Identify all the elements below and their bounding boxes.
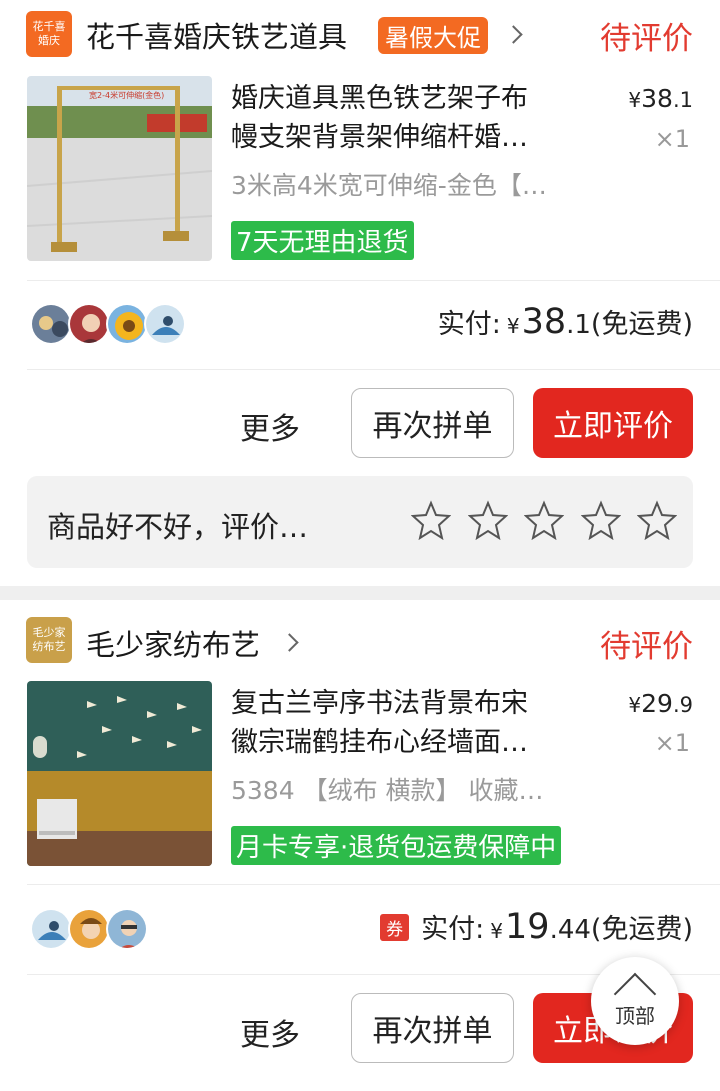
- shop-header[interactable]: 毛少家纺布艺 毛少家纺布艺 待评价: [0, 600, 720, 670]
- product-spec: 3米高4米宽可伸缩-金色【…: [231, 171, 547, 200]
- product-title-line1: 婚庆道具黑色铁艺架子布: [231, 83, 528, 114]
- price-integer: 29: [641, 689, 673, 718]
- avatar: [30, 303, 72, 345]
- shop-name[interactable]: 毛少家纺布艺: [86, 622, 260, 664]
- product-thumbnail[interactable]: [27, 681, 212, 866]
- more-button[interactable]: 更多: [240, 404, 300, 448]
- paid-integer: 19: [505, 907, 550, 947]
- coupon-badge: 券: [380, 913, 410, 941]
- quick-review-bar[interactable]: 商品好不好，评价…: [27, 476, 693, 568]
- avatar: [68, 303, 110, 345]
- reorder-button[interactable]: 再次拼单: [351, 388, 514, 458]
- star-icon[interactable]: [524, 500, 564, 540]
- currency-symbol: ¥: [490, 919, 504, 943]
- reorder-button[interactable]: 再次拼单: [351, 993, 514, 1063]
- paid-label: 实付:: [437, 309, 501, 340]
- star-icon[interactable]: [581, 500, 621, 540]
- star-icon[interactable]: [411, 500, 451, 540]
- product-title-line2: 幔支架背景架伸缩杆婚…: [231, 122, 528, 153]
- order-card: 花千喜婚庆 花千喜婚庆铁艺道具 暑假大促 待评价 宽2-4米可伸缩(金色) 婚庆…: [0, 0, 720, 586]
- paid-label: 实付:: [421, 914, 485, 945]
- review-prompt: 商品好不好，评价…: [47, 510, 309, 544]
- price-integer: 38: [641, 84, 673, 113]
- star-icon[interactable]: [468, 500, 508, 540]
- currency-symbol: ¥: [628, 693, 642, 717]
- review-now-button[interactable]: 立即评价: [533, 388, 693, 458]
- quantity: ×1: [654, 125, 690, 153]
- product-title[interactable]: 复古兰亭序书法背景布宋 徽宗瑞鹤挂布心经墙面…: [231, 684, 591, 762]
- avatar: [68, 908, 110, 950]
- shipping-note: (免运费): [590, 914, 693, 945]
- promo-tag: 暑假大促: [378, 17, 488, 54]
- unit-price: ¥29.9: [628, 689, 693, 718]
- product-spec: 5384 【绒布 横款】 收藏…: [231, 776, 544, 805]
- currency-symbol: ¥: [506, 314, 520, 338]
- paid-integer: 38: [521, 302, 567, 342]
- unit-price: ¥38.1: [628, 84, 693, 113]
- price-decimal: .9: [672, 693, 693, 717]
- divider: [27, 280, 720, 281]
- order-status: 待评价: [600, 21, 693, 57]
- shop-header[interactable]: 花千喜婚庆 花千喜婚庆铁艺道具 暑假大促 待评价: [0, 0, 720, 70]
- avatar: [106, 303, 148, 345]
- service-tag: 7天无理由退货: [231, 221, 414, 260]
- divider: [27, 884, 720, 885]
- quantity: ×1: [654, 729, 690, 757]
- actual-payment: 实付: ¥38.1 (免运费): [438, 302, 693, 342]
- shop-name[interactable]: 花千喜婚庆铁艺道具: [86, 14, 347, 56]
- order-status: 待评价: [600, 629, 693, 665]
- avatar: [106, 908, 148, 950]
- shop-logo: 毛少家纺布艺: [26, 617, 72, 663]
- product-title[interactable]: 婚庆道具黑色铁艺架子布 幔支架背景架伸缩杆婚…: [231, 79, 591, 157]
- thumb-caption: 宽2-4米可伸缩(金色): [89, 90, 164, 100]
- chevron-right-icon: [280, 633, 299, 652]
- product-title-line2: 徽宗瑞鹤挂布心经墙面…: [231, 727, 528, 758]
- more-button[interactable]: 更多: [240, 1010, 300, 1054]
- currency-symbol: ¥: [628, 88, 642, 112]
- price-decimal: .1: [672, 88, 693, 112]
- product-image: [27, 681, 212, 866]
- back-to-top-button[interactable]: 顶部: [591, 957, 679, 1045]
- divider: [27, 369, 720, 370]
- paid-decimal: .44: [549, 915, 591, 945]
- star-icon[interactable]: [637, 500, 677, 540]
- product-thumbnail[interactable]: 宽2-4米可伸缩(金色): [27, 76, 212, 261]
- service-tag: 月卡专享·退货包运费保障中: [231, 826, 562, 865]
- avatar: [144, 303, 186, 345]
- product-title-line1: 复古兰亭序书法背景布宋: [231, 688, 528, 719]
- actual-payment: 券实付: ¥19.44 (免运费): [380, 907, 693, 947]
- shipping-note: (免运费): [590, 309, 693, 340]
- back-to-top-label: 顶部: [615, 1004, 655, 1028]
- paid-decimal: .1: [566, 310, 591, 340]
- shop-logo: 花千喜婚庆: [26, 11, 72, 57]
- product-image: 宽2-4米可伸缩(金色): [27, 76, 212, 261]
- avatar: [30, 908, 72, 950]
- chevron-right-icon: [504, 25, 523, 44]
